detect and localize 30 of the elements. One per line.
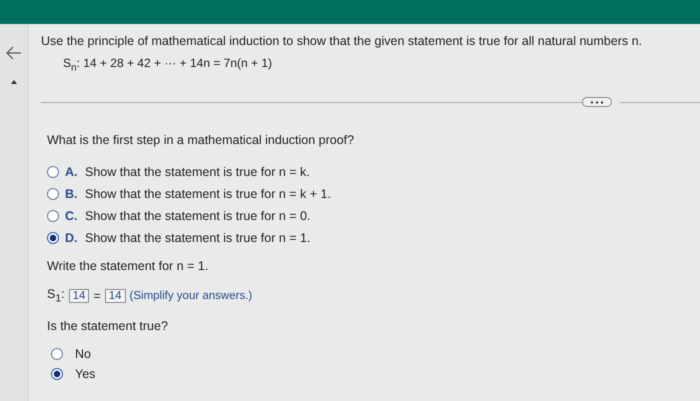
prompt-text: Write the statement for n = 1. [47, 259, 210, 274]
radio-button[interactable] [47, 188, 59, 200]
option-text[interactable]: No [75, 346, 91, 361]
question-text: Is the statement true? [47, 318, 169, 333]
option-text[interactable]: Show that the statement is true for n = 0. [85, 209, 310, 224]
radio-button[interactable] [51, 368, 63, 380]
radio-button[interactable] [47, 232, 59, 244]
answer-field[interactable]: 14 [68, 289, 90, 304]
option-text[interactable]: Show that the statement is true for n = 1. [85, 231, 310, 246]
back-arrow-icon[interactable] [6, 46, 22, 60]
equals-sign: = [93, 289, 101, 304]
option-text[interactable]: Yes [75, 366, 96, 381]
ellipsis-icon [590, 100, 604, 104]
option-letter: D. [65, 231, 78, 246]
question-text: What is the first step in a mathematical induction proof? [47, 133, 356, 148]
instruction-text: Use the principle of mathematical induction to show that the given statement is true for all natural numbers n. [41, 34, 644, 48]
radio-button[interactable] [51, 348, 63, 360]
caret-icon [11, 80, 17, 84]
option-letter: C. [65, 209, 78, 224]
statement-formula: S$_{n}$: 14 + 28 + 42 + ··· + 14n = 7n(n + 1) [63, 56, 274, 74]
hint-text: (Simplify your answers.) [130, 290, 252, 302]
answer-label: S$_{1}$: [47, 287, 65, 305]
radio-button[interactable] [47, 210, 59, 222]
option-letter: A. [65, 165, 78, 180]
option-letter: B. [65, 187, 78, 202]
more-button[interactable] [582, 97, 612, 108]
option-text[interactable]: Show that the statement is true for n = k. [85, 165, 310, 180]
radio-button[interactable] [47, 166, 59, 178]
answer-field[interactable]: 14 [104, 289, 126, 304]
option-text[interactable]: Show that the statement is true for n = k + 1. [85, 187, 331, 202]
